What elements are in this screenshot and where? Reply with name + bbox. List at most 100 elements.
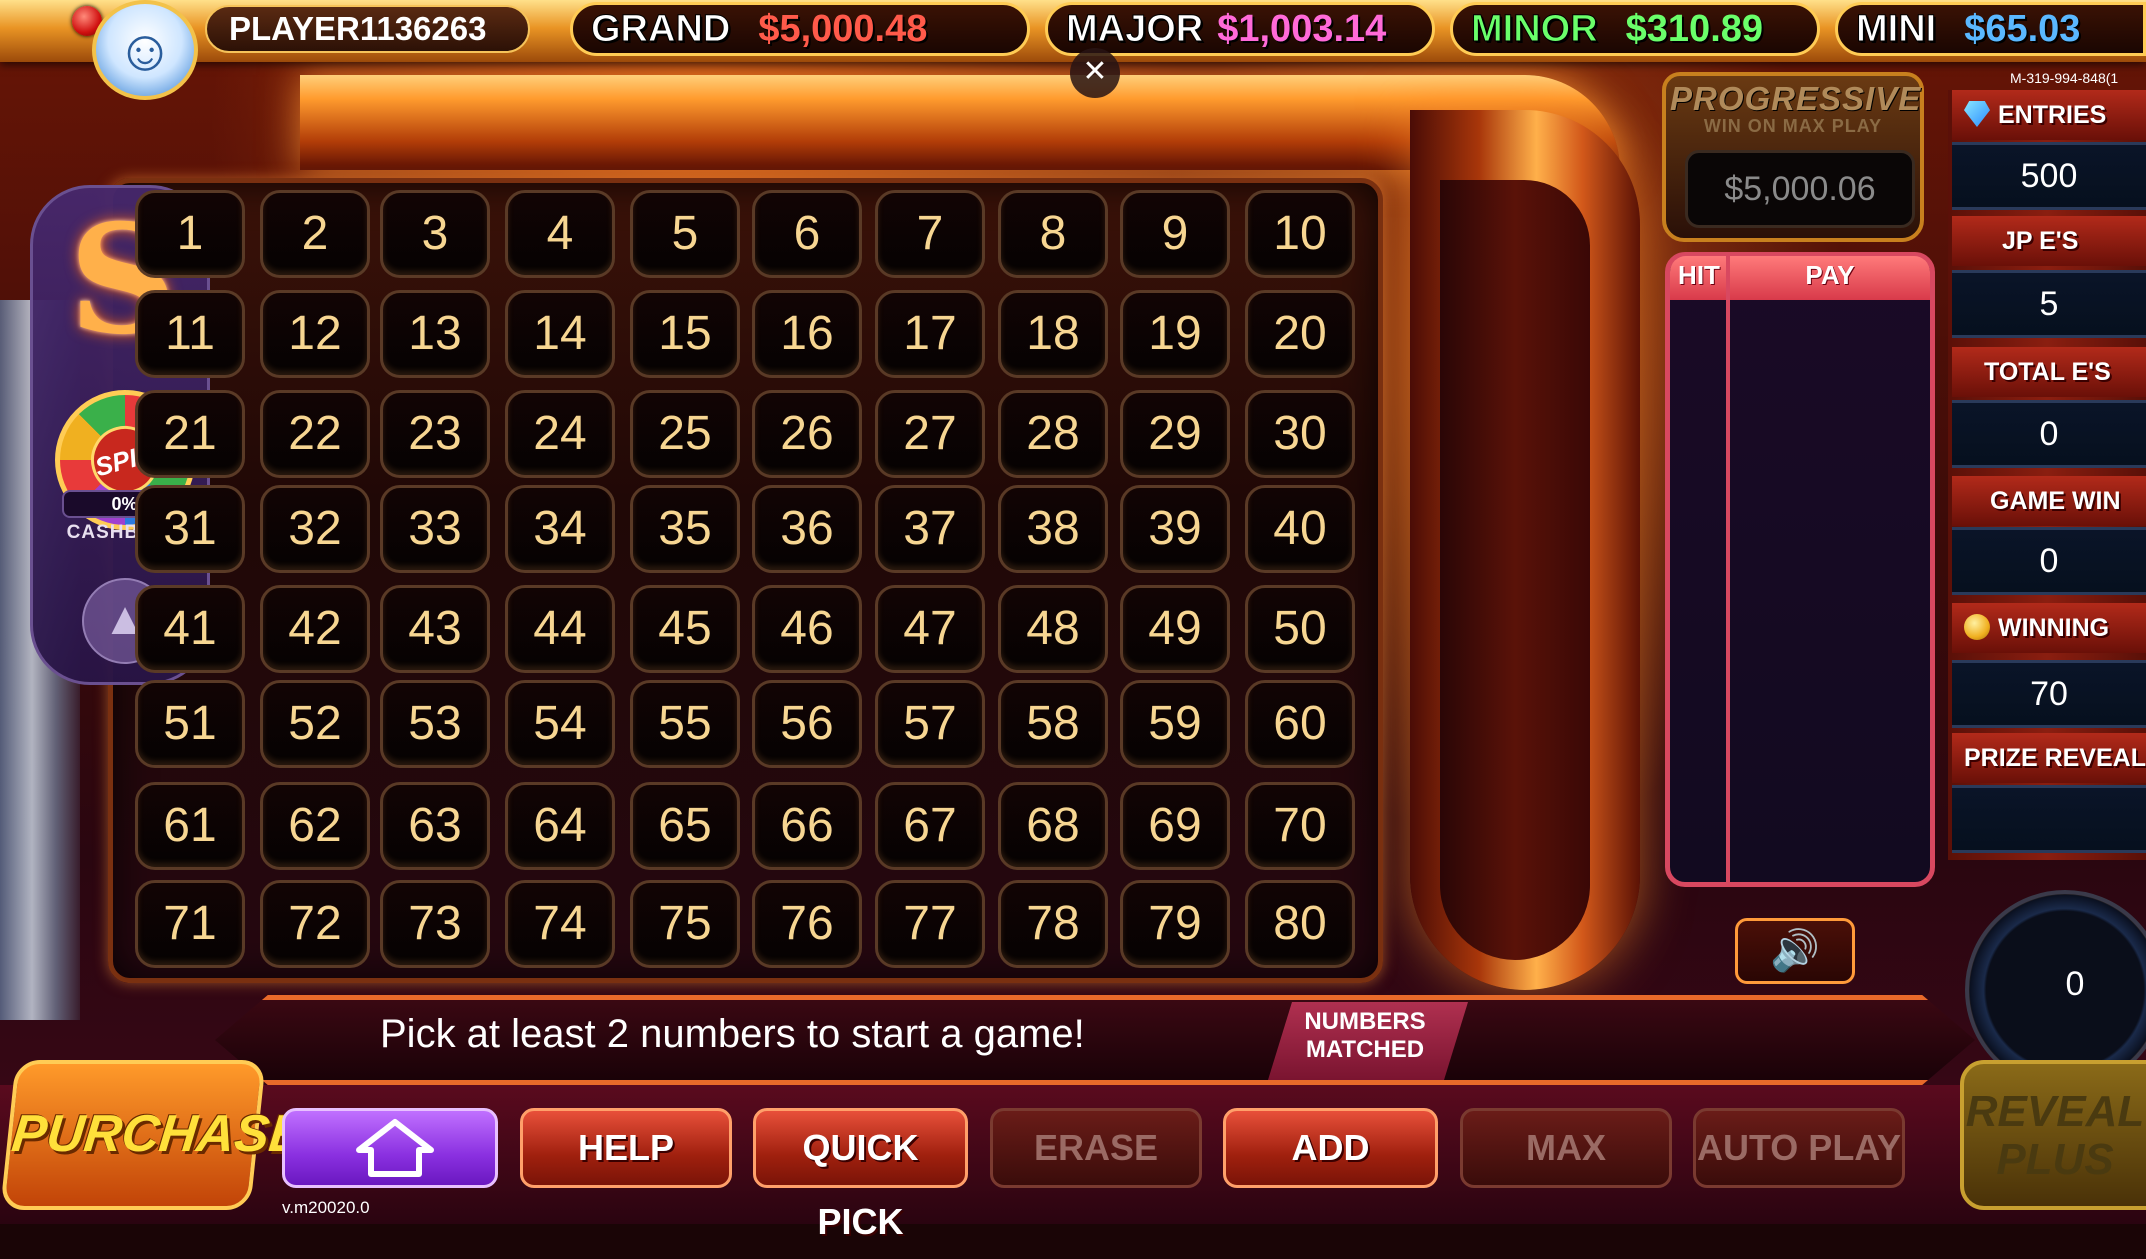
numbers-matched-label: NUMBERS MATCHED xyxy=(1290,1008,1440,1064)
erase-button[interactable]: ERASE xyxy=(990,1108,1202,1188)
keno-number-cell[interactable]: 63 xyxy=(380,782,490,870)
keno-number-cell[interactable]: 2 xyxy=(260,190,370,278)
keno-number-cell[interactable]: 28 xyxy=(998,390,1108,478)
keno-number-cell[interactable]: 1 xyxy=(135,190,245,278)
keno-number-cell[interactable]: 36 xyxy=(752,485,862,573)
keno-number-cell[interactable]: 24 xyxy=(505,390,615,478)
keno-number-cell[interactable]: 73 xyxy=(380,880,490,968)
coin-icon xyxy=(1964,614,1990,640)
keno-number-cell[interactable]: 47 xyxy=(875,585,985,673)
keno-number-cell[interactable]: 10 xyxy=(1245,190,1355,278)
keno-number-cell[interactable]: 60 xyxy=(1245,680,1355,768)
keno-number-cell[interactable]: 7 xyxy=(875,190,985,278)
keno-number-cell[interactable]: 78 xyxy=(998,880,1108,968)
keno-number-cell[interactable]: 69 xyxy=(1120,782,1230,870)
keno-number-cell[interactable]: 41 xyxy=(135,585,245,673)
keno-number-cell[interactable]: 50 xyxy=(1245,585,1355,673)
keno-number-cell[interactable]: 80 xyxy=(1245,880,1355,968)
speaker-icon: 🔊 xyxy=(1770,929,1820,973)
keno-number-cell[interactable]: 11 xyxy=(135,290,245,378)
keno-number-cell[interactable]: 8 xyxy=(998,190,1108,278)
keno-number-cell[interactable]: 48 xyxy=(998,585,1108,673)
keno-number-cell[interactable]: 38 xyxy=(998,485,1108,573)
keno-number-cell[interactable]: 15 xyxy=(630,290,740,378)
keno-number-cell[interactable]: 12 xyxy=(260,290,370,378)
keno-number-cell[interactable]: 65 xyxy=(630,782,740,870)
keno-number-cell[interactable]: 49 xyxy=(1120,585,1230,673)
keno-number-cell[interactable]: 13 xyxy=(380,290,490,378)
numbers-matched-line2: MATCHED xyxy=(1305,1036,1425,1063)
keno-number-cell[interactable]: 35 xyxy=(630,485,740,573)
keno-number-cell[interactable]: 26 xyxy=(752,390,862,478)
keno-number-cell[interactable]: 58 xyxy=(998,680,1108,768)
purchase-button[interactable]: PURCHASE xyxy=(0,1060,307,1210)
keno-number-cell[interactable]: 46 xyxy=(752,585,862,673)
keno-number-cell[interactable]: 43 xyxy=(380,585,490,673)
jp-entries-label: JP E'S xyxy=(1952,216,2146,266)
keno-number-cell[interactable]: 18 xyxy=(998,290,1108,378)
keno-number-cell[interactable]: 67 xyxy=(875,782,985,870)
keno-number-cell[interactable]: 53 xyxy=(380,680,490,768)
max-button[interactable]: MAX xyxy=(1460,1108,1672,1188)
keno-number-cell[interactable]: 68 xyxy=(998,782,1108,870)
keno-number-cell[interactable]: 21 xyxy=(135,390,245,478)
keno-number-cell[interactable]: 9 xyxy=(1120,190,1230,278)
keno-number-cell[interactable]: 19 xyxy=(1120,290,1230,378)
keno-number-cell[interactable]: 74 xyxy=(505,880,615,968)
auto-play-button[interactable]: AUTO PLAY xyxy=(1693,1108,1905,1188)
keno-number-cell[interactable]: 29 xyxy=(1120,390,1230,478)
keno-number-cell[interactable]: 72 xyxy=(260,880,370,968)
keno-number-cell[interactable]: 20 xyxy=(1245,290,1355,378)
keno-number-cell[interactable]: 70 xyxy=(1245,782,1355,870)
jackpot-major: MAJOR $1,003.14 xyxy=(1045,2,1435,56)
keno-number-cell[interactable]: 4 xyxy=(505,190,615,278)
keno-number-cell[interactable]: 66 xyxy=(752,782,862,870)
keno-number-cell[interactable]: 3 xyxy=(380,190,490,278)
keno-number-cell[interactable]: 27 xyxy=(875,390,985,478)
keno-number-cell[interactable]: 39 xyxy=(1120,485,1230,573)
gem-icon xyxy=(1964,101,1990,127)
progressive-title: PROGRESSIVE xyxy=(1670,80,1922,117)
keno-number-cell[interactable]: 52 xyxy=(260,680,370,768)
keno-number-cell[interactable]: 42 xyxy=(260,585,370,673)
keno-number-cell[interactable]: 55 xyxy=(630,680,740,768)
keno-number-cell[interactable]: 61 xyxy=(135,782,245,870)
keno-number-cell[interactable]: 51 xyxy=(135,680,245,768)
keno-number-cell[interactable]: 77 xyxy=(875,880,985,968)
keno-number-cell[interactable]: 5 xyxy=(630,190,740,278)
keno-number-cell[interactable]: 62 xyxy=(260,782,370,870)
keno-number-cell[interactable]: 32 xyxy=(260,485,370,573)
keno-number-cell[interactable]: 57 xyxy=(875,680,985,768)
quick-pick-button[interactable]: QUICK PICK xyxy=(753,1108,968,1242)
keno-number-cell[interactable]: 44 xyxy=(505,585,615,673)
pay-table-divider xyxy=(1726,256,1730,882)
keno-number-cell[interactable]: 79 xyxy=(1120,880,1230,968)
keno-number-cell[interactable]: 33 xyxy=(380,485,490,573)
sound-button[interactable]: 🔊 xyxy=(1735,918,1855,984)
keno-number-cell[interactable]: 6 xyxy=(752,190,862,278)
keno-number-cell[interactable]: 54 xyxy=(505,680,615,768)
keno-number-cell[interactable]: 34 xyxy=(505,485,615,573)
keno-number-cell[interactable]: 40 xyxy=(1245,485,1355,573)
keno-number-cell[interactable]: 64 xyxy=(505,782,615,870)
keno-number-cell[interactable]: 14 xyxy=(505,290,615,378)
close-button[interactable]: ✕ xyxy=(1070,48,1120,98)
keno-number-cell[interactable]: 76 xyxy=(752,880,862,968)
keno-number-cell[interactable]: 23 xyxy=(380,390,490,478)
avatar[interactable]: ☺ xyxy=(92,0,198,100)
keno-number-cell[interactable]: 37 xyxy=(875,485,985,573)
keno-number-cell[interactable]: 75 xyxy=(630,880,740,968)
keno-number-cell[interactable]: 71 xyxy=(135,880,245,968)
help-button[interactable]: HELP xyxy=(520,1108,732,1188)
keno-number-cell[interactable]: 25 xyxy=(630,390,740,478)
keno-number-cell[interactable]: 17 xyxy=(875,290,985,378)
add-button[interactable]: ADD xyxy=(1223,1108,1438,1188)
keno-number-cell[interactable]: 56 xyxy=(752,680,862,768)
keno-number-cell[interactable]: 59 xyxy=(1120,680,1230,768)
keno-number-cell[interactable]: 31 xyxy=(135,485,245,573)
keno-number-cell[interactable]: 30 xyxy=(1245,390,1355,478)
reveal-plus-button[interactable]: REVEAL PLUS xyxy=(1960,1060,2146,1210)
keno-number-cell[interactable]: 22 xyxy=(260,390,370,478)
keno-number-cell[interactable]: 16 xyxy=(752,290,862,378)
keno-number-cell[interactable]: 45 xyxy=(630,585,740,673)
